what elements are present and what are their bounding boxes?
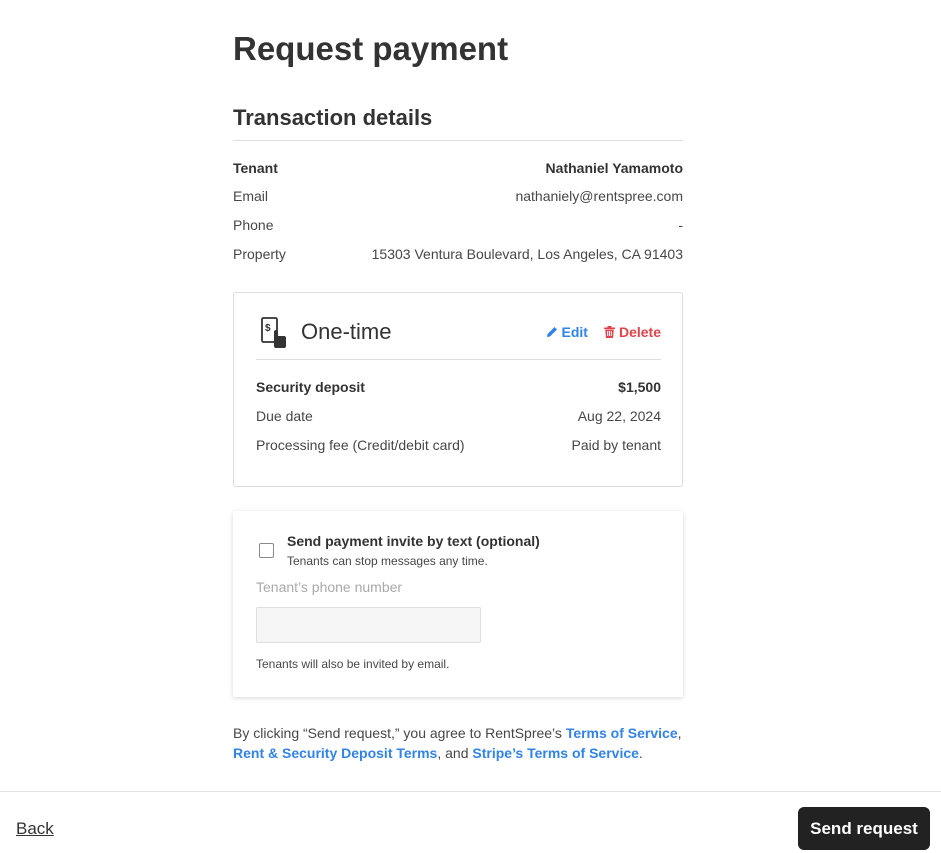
text-invite-sublabel: Tenants can stop messages any time. (287, 554, 488, 568)
rent-deposit-terms-link[interactable]: Rent & Security Deposit Terms (233, 745, 437, 761)
payment-card-actions: Edit Delete (546, 324, 661, 340)
detail-row-email: Email nathaniely@rentspree.com (233, 186, 683, 206)
detail-label: Property (233, 246, 286, 262)
payment-card-header: $ One-time Edit Delete (256, 315, 661, 359)
footer-bar: Back Send request (0, 791, 941, 853)
payment-hand-icon: $ (261, 317, 286, 348)
payment-card-title: One-time (301, 319, 392, 344)
terms-suffix: . (638, 745, 643, 761)
phone-number-label: Tenant’s phone number (256, 579, 403, 595)
payment-value: Paid by tenant (571, 437, 661, 453)
text-invite-label: Send payment invite by text (optional) (287, 533, 540, 549)
send-request-button[interactable]: Send request (798, 807, 930, 850)
detail-label: Tenant (233, 160, 278, 176)
payment-row-due-date: Due date Aug 22, 2024 (256, 406, 661, 426)
payment-label: Due date (256, 408, 313, 424)
email-invite-note: Tenants will also be invited by email. (256, 657, 450, 671)
delete-button[interactable]: Delete (603, 324, 661, 340)
edit-button[interactable]: Edit (546, 324, 588, 340)
detail-row-property: Property 15303 Ventura Boulevard, Los An… (233, 244, 683, 264)
svg-text:$: $ (265, 323, 271, 334)
terms-separator: , and (437, 745, 473, 761)
back-link[interactable]: Back (16, 819, 54, 839)
payment-label: Processing fee (Credit/debit card) (256, 437, 465, 453)
detail-value: Nathaniel Yamamoto (545, 160, 683, 176)
detail-value: 15303 Ventura Boulevard, Los Angeles, CA… (371, 246, 683, 262)
terms-separator: , (677, 725, 682, 741)
pencil-icon (546, 327, 557, 337)
terms-of-service-link[interactable]: Terms of Service (566, 725, 678, 741)
section-title-transaction-details: Transaction details (233, 105, 433, 130)
detail-row-tenant: Tenant Nathaniel Yamamoto (233, 158, 683, 178)
payment-card-divider (256, 359, 661, 360)
detail-label: Phone (233, 217, 274, 233)
text-invite-panel: Send payment invite by text (optional) T… (233, 511, 683, 697)
trash-icon (603, 326, 615, 338)
payment-value: Aug 22, 2024 (577, 408, 661, 424)
payment-row-security-deposit: Security deposit $1,500 (256, 377, 661, 397)
text-invite-checkbox[interactable] (259, 543, 274, 558)
section-divider (233, 140, 683, 141)
terms-prefix: By clicking “Send request,” you agree to… (233, 725, 566, 741)
detail-value: - (678, 217, 683, 233)
detail-value: nathaniely@rentspree.com (515, 188, 683, 204)
payment-card: $ One-time Edit Delete Security deposit … (233, 292, 683, 487)
stripe-terms-link[interactable]: Stripe’s Terms of Service (472, 745, 639, 761)
page-title: Request payment (233, 30, 509, 67)
payment-label: Security deposit (256, 379, 365, 395)
delete-label: Delete (618, 324, 661, 340)
detail-label: Email (233, 188, 269, 204)
payment-row-processing-fee: Processing fee (Credit/debit card) Paid … (256, 435, 661, 455)
edit-label: Edit (561, 324, 588, 340)
payment-value: $1,500 (618, 379, 661, 395)
terms-text: By clicking “Send request,” you agree to… (233, 723, 683, 763)
phone-number-input[interactable] (256, 607, 481, 643)
detail-row-phone: Phone - (233, 215, 683, 235)
